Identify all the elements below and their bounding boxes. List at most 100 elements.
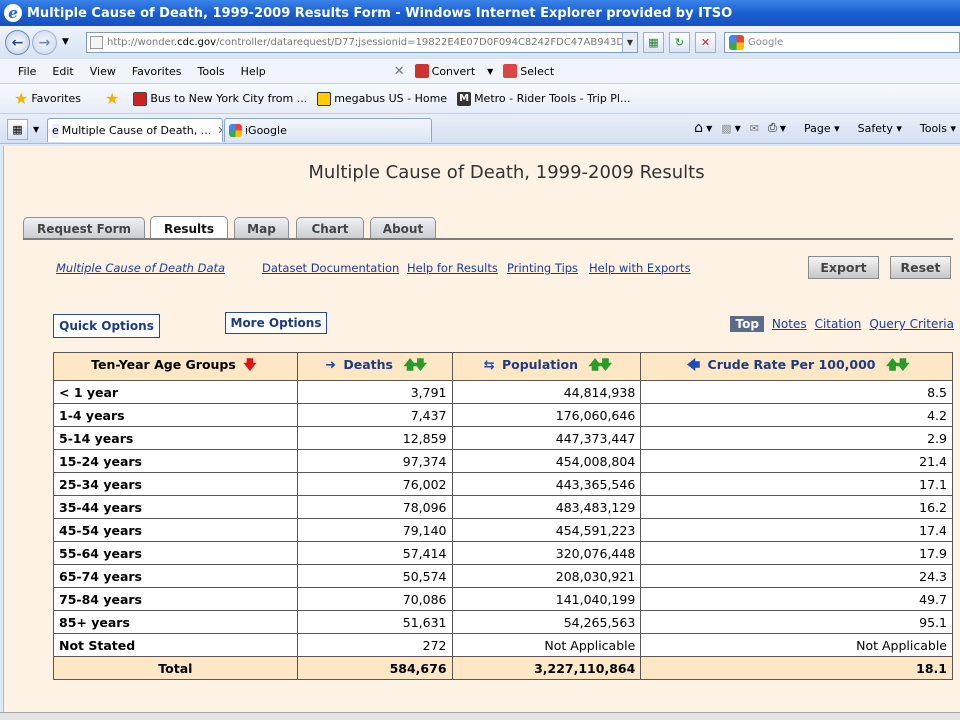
address-bar[interactable]: http://wonder. cdc.gov/controller/datareq…	[86, 32, 638, 53]
link-citation[interactable]: Citation	[815, 317, 862, 331]
link-query-criteria[interactable]: Query Criteria	[869, 317, 954, 331]
back-button[interactable]: ←	[5, 30, 30, 55]
select-label: Select	[520, 64, 555, 78]
cell-age-group: 45-54 years	[53, 518, 298, 542]
move-right-arrow-icon[interactable]: ➜	[325, 358, 336, 373]
reset-button[interactable]: Reset	[890, 256, 951, 279]
refresh-button[interactable]: ↻	[669, 32, 690, 53]
address-dropdown-icon[interactable]: ▼	[622, 33, 637, 52]
link-printing-tips[interactable]: Printing Tips	[507, 261, 578, 275]
export-button[interactable]: Export	[808, 256, 879, 279]
page-title: Multiple Cause of Death, 1999-2009 Resul…	[308, 162, 705, 183]
tab-close-icon[interactable]: ✕	[217, 124, 222, 137]
menu-file[interactable]: File	[10, 65, 44, 78]
ie-logo-icon: e	[4, 4, 22, 22]
tools-menu[interactable]: Tools ▾	[911, 122, 956, 135]
link-help-exports[interactable]: Help with Exports	[589, 261, 691, 275]
favorite-label-bus: Bus to New York City from ...	[150, 92, 308, 105]
sort-updown-icon[interactable]: 🡅🡇	[886, 358, 910, 373]
search-input[interactable]: Google	[724, 32, 960, 53]
tab-list-dropdown-icon[interactable]: ▼	[33, 125, 39, 134]
select-button[interactable]: Select	[503, 64, 554, 78]
favorite-link-bus[interactable]: Bus to New York City from ...	[133, 91, 308, 106]
stop-button[interactable]: ✕	[695, 32, 716, 53]
table-total-row: Total 584,676 3,227,110,864 18.1	[53, 656, 953, 680]
browser-tab-cdc-label: Multiple Cause of Death, ...	[61, 124, 212, 137]
cell-population: 141,040,199	[451, 587, 642, 611]
header-population[interactable]: ⇆ Population 🡅🡇	[451, 352, 642, 381]
favorite-link-metro[interactable]: M Metro - Rider Tools - Trip Pl...	[457, 91, 630, 106]
browser-tab-igoogle[interactable]: iGoogle	[224, 118, 432, 142]
sort-updown-icon[interactable]: 🡅🡇	[588, 358, 612, 373]
add-favorite-button[interactable]: ★	[91, 89, 123, 108]
home-dropdown-icon[interactable]: ▼	[706, 124, 712, 133]
back-arrow-icon: ←	[11, 34, 24, 51]
cell-crude-rate: 4.2	[640, 403, 953, 427]
link-dataset-data[interactable]: Multiple Cause of Death Data	[56, 261, 225, 275]
close-toolbar-icon[interactable]: ✕	[394, 64, 405, 79]
mail-icon[interactable]: ✉	[750, 122, 759, 135]
print-icon[interactable]: ⎙	[768, 121, 777, 135]
tab-map[interactable]: Map	[234, 217, 289, 239]
convert-pdf-icon	[414, 64, 429, 78]
convert-label: Convert	[431, 64, 476, 78]
cell-deaths: 12,859	[296, 426, 453, 450]
page-content: Multiple Cause of Death, 1999-2009 Resul…	[3, 146, 960, 712]
more-options-tab[interactable]: More Options	[225, 312, 327, 334]
tab-about[interactable]: About	[370, 217, 436, 239]
header-crude-rate[interactable]: 🡄 Crude Rate Per 100,000 🡅🡇	[640, 352, 953, 381]
cell-age-group: 85+ years	[53, 610, 298, 634]
menu-tools[interactable]: Tools	[190, 65, 233, 78]
sort-down-icon[interactable]: 🡇	[243, 358, 256, 373]
quick-tabs-button[interactable]: ▦	[7, 119, 28, 140]
cell-crude-rate: 16.2	[640, 495, 953, 519]
safety-menu[interactable]: Safety ▾	[849, 122, 902, 135]
menu-help[interactable]: Help	[233, 65, 274, 78]
print-dropdown-icon[interactable]: ▼	[780, 124, 786, 133]
cell-deaths: 7,437	[296, 403, 453, 427]
menu-view[interactable]: View	[82, 65, 124, 78]
browser-tab-igoogle-label: iGoogle	[245, 124, 287, 137]
favorite-link-megabus[interactable]: megabus US - Home	[317, 91, 447, 106]
feeds-icon[interactable]: ▩	[721, 122, 731, 135]
safety-menu-label: Safety	[857, 121, 893, 135]
tab-results[interactable]: Results	[150, 216, 228, 240]
history-dropdown-icon[interactable]: ▼	[62, 37, 69, 47]
link-dataset-documentation[interactable]: Dataset Documentation	[262, 261, 399, 275]
cell-population: 44,814,938	[451, 380, 642, 404]
compatibility-button[interactable]: ▦	[643, 32, 664, 53]
convert-button[interactable]: Convert ▼	[414, 64, 493, 78]
url-prefix: http://wonder.	[107, 37, 178, 48]
page-menu[interactable]: Page ▾	[795, 122, 840, 135]
tab-chart[interactable]: Chart	[296, 217, 364, 239]
cell-deaths: 76,002	[296, 472, 453, 496]
feeds-dropdown-icon[interactable]: ▼	[735, 124, 741, 133]
menu-favorites[interactable]: Favorites	[124, 65, 190, 78]
page-menu-label: Page	[803, 121, 831, 135]
tab-request-form[interactable]: Request Form	[23, 217, 145, 239]
cell-crude-rate: 17.4	[640, 518, 953, 542]
swap-arrows-icon[interactable]: ⇆	[484, 358, 495, 373]
search-placeholder: Google	[748, 37, 784, 48]
cell-age-group: Not Stated	[53, 633, 298, 657]
cell-population: 454,591,223	[451, 518, 642, 542]
cell-population: 443,365,546	[451, 472, 642, 496]
header-deaths[interactable]: ➜ Deaths 🡅🡇	[296, 352, 453, 381]
link-top[interactable]: Top	[730, 316, 764, 332]
browser-tab-cdc[interactable]: e Multiple Cause of Death, ... ✕	[47, 118, 223, 142]
header-age-groups[interactable]: Ten-Year Age Groups 🡇	[53, 352, 298, 381]
move-left-arrow-icon[interactable]: 🡄	[687, 358, 700, 373]
cell-age-group: 55-64 years	[53, 541, 298, 565]
link-notes[interactable]: Notes	[772, 317, 807, 331]
menu-edit[interactable]: Edit	[44, 65, 81, 78]
table-row: 85+ years 51,631 54,265,563 95.1	[53, 610, 953, 634]
favorites-button[interactable]: ★ Favorites	[0, 89, 81, 108]
total-deaths: 584,676	[296, 656, 453, 680]
link-help-results[interactable]: Help for Results	[407, 261, 498, 275]
forward-button[interactable]: →	[32, 30, 57, 55]
table-row: 65-74 years 50,574 208,030,921 24.3	[53, 564, 953, 588]
sort-updown-icon[interactable]: 🡅🡇	[403, 358, 427, 373]
quick-options-tab[interactable]: Quick Options	[53, 314, 160, 338]
home-icon[interactable]: ⌂	[694, 120, 703, 136]
add-favorite-icon: ★	[105, 89, 120, 108]
